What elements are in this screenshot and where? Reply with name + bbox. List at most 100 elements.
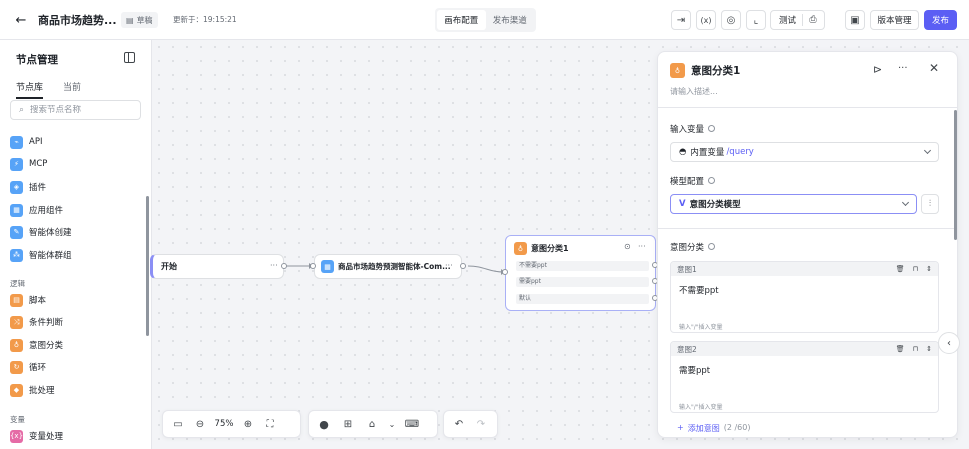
app-title: 商品市场趋势... <box>38 14 117 27</box>
variable-button[interactable]: (x) <box>696 10 716 30</box>
intent-count: (2 /60) <box>723 423 751 432</box>
test-group: 测试 ⎙ <box>770 10 825 30</box>
reorder-icon[interactable]: ⇕ <box>926 265 932 273</box>
sidebar-item-script[interactable]: ▤ 脚本 <box>10 291 46 309</box>
intent-card: 意图1 🗑 ⊓ ⇕ 不需要ppt 输入"/"插入变量 <box>670 261 939 333</box>
sidebar-item-label: 插件 <box>29 183 47 193</box>
more-icon[interactable]: ··· <box>638 242 646 251</box>
sidebar-item-agent-create[interactable]: ✎ 智能体创建 <box>10 223 72 241</box>
chevron-left-icon: ‹ <box>947 337 951 349</box>
sidebar-title: 节点管理 <box>16 54 58 66</box>
more-icon[interactable]: ··· <box>270 261 278 270</box>
add-intent-button[interactable]: + 添加意图 (2 /60) <box>677 423 750 434</box>
intent-text[interactable]: 不需要ppt <box>671 276 938 304</box>
sidebar-scrollbar[interactable] <box>146 196 149 336</box>
sidebar-item-mcp[interactable]: ⚡ MCP <box>10 155 47 173</box>
delete-icon[interactable]: 🗑 <box>896 345 905 353</box>
export-button[interactable]: ⇥ <box>671 10 691 30</box>
reorder-icon[interactable]: ⇕ <box>926 345 932 353</box>
agent-node-output-port[interactable] <box>460 263 466 269</box>
model-select[interactable]: V 意图分类模型 <box>670 194 917 214</box>
group-label-logic: 逻辑 <box>10 279 25 288</box>
search-input[interactable] <box>30 105 131 115</box>
test-history-icon[interactable]: ⎙ <box>803 15 823 25</box>
stats-button[interactable]: ⌞ <box>746 10 766 30</box>
tab-canvas-config[interactable]: 画布配置 <box>437 10 486 30</box>
mcp-icon: ⚡ <box>10 157 23 171</box>
publish-button[interactable]: 发布 <box>924 10 957 30</box>
play-icon[interactable]: ⊙ <box>624 242 631 251</box>
intent-text[interactable]: 需要ppt <box>671 356 938 384</box>
delete-icon[interactable]: 🗑 <box>896 265 905 273</box>
fit-view-icon[interactable]: ⛶ <box>259 413 281 435</box>
plus-icon: + <box>677 423 684 432</box>
sidebar-item-agent-group[interactable]: ⁂ 智能体群组 <box>10 246 72 264</box>
intent-card-header: 意图2 🗑 ⊓ ⇕ <box>671 342 938 356</box>
keyboard-icon[interactable]: ⌨ <box>401 413 423 435</box>
zoom-in-icon[interactable]: ⊕ <box>237 413 259 435</box>
agent-node-input-port[interactable] <box>310 263 316 269</box>
save-button[interactable]: ▣ <box>845 10 865 30</box>
test-button[interactable]: 测试 <box>771 14 802 26</box>
sidebar-item-app-component[interactable]: ▦ 应用组件 <box>10 201 63 219</box>
sidebar-item-label: 循环 <box>29 363 47 373</box>
version-management-button[interactable]: 版本管理 <box>870 10 919 30</box>
run-icon[interactable]: ⊳ <box>873 63 882 76</box>
collapse-sidebar-icon[interactable] <box>124 52 135 63</box>
collapse-panel-button[interactable]: ‹ <box>938 332 960 354</box>
lock-icon[interactable]: ⊓ <box>913 265 918 273</box>
more-icon[interactable]: ··· <box>445 261 453 270</box>
mouse-icon[interactable]: ⌂ <box>361 413 383 435</box>
intent-hint: 输入"/"插入变量 <box>679 404 723 411</box>
variable-x-icon: (x) <box>700 15 712 25</box>
minimap-icon[interactable]: ▭ <box>167 413 189 435</box>
back-button[interactable]: ← <box>11 10 31 30</box>
add-node-icon[interactable]: ● <box>313 413 335 435</box>
tab-publish-channel[interactable]: 发布渠道 <box>486 10 535 30</box>
top-bar: ← 商品市场趋势... ▤ 草稿 更新于：19:15:21 画布配置 发布渠道 … <box>0 0 969 40</box>
intent-node[interactable]: ♁ 意图分类1 ⊙ ··· 不需要ppt 需要ppt 默认 <box>505 235 656 311</box>
intent-node-input-port[interactable] <box>502 269 508 275</box>
intent-card: 意图2 🗑 ⊓ ⇕ 需要ppt 输入"/"插入变量 <box>670 341 939 413</box>
settings-button[interactable]: ◎ <box>721 10 741 30</box>
info-icon <box>708 125 716 132</box>
sidebar-item-batch[interactable]: ◆ 批处理 <box>10 381 55 399</box>
intent-branch-row: 需要ppt <box>516 277 649 287</box>
sidebar-item-loop[interactable]: ↻ 循环 <box>10 358 46 376</box>
model-config-label: 模型配置 <box>670 175 716 187</box>
layout-icon[interactable]: ⊞ <box>337 413 359 435</box>
batch-icon: ◆ <box>10 383 23 397</box>
model-settings-button[interactable]: ⫶ <box>921 194 939 214</box>
intent-branch-row: 不需要ppt <box>516 261 649 271</box>
sidebar-item-variable[interactable]: {x} 变量处理 <box>10 427 63 445</box>
panel-scrollbar[interactable] <box>954 110 957 240</box>
sidebar-item-api[interactable]: ⌁ API <box>10 133 42 151</box>
undo-icon[interactable]: ↶ <box>448 413 470 435</box>
tab-current[interactable]: 当前 <box>63 80 81 99</box>
layers-icon: ◓ <box>679 147 687 157</box>
sidebar-item-intent[interactable]: ♁ 意图分类 <box>10 336 63 354</box>
sidebar-item-condition[interactable]: ⤨ 条件判断 <box>10 313 63 331</box>
close-icon[interactable]: ✕ <box>929 61 939 75</box>
redo-icon[interactable]: ↷ <box>470 413 492 435</box>
zoom-out-icon[interactable]: ⊖ <box>189 413 211 435</box>
start-node-output-port[interactable] <box>281 263 287 269</box>
more-icon[interactable]: ··· <box>898 63 908 74</box>
model-logo-icon: V <box>679 199 686 209</box>
agent-node[interactable]: ▦ 商品市场趋势预测智能体-Com... ··· <box>314 254 462 279</box>
chevron-down-icon[interactable]: ⌄ <box>385 413 399 435</box>
sidebar-item-label: 意图分类 <box>29 341 64 351</box>
sidebar-item-plugin[interactable]: ◈ 插件 <box>10 178 46 196</box>
desc-input[interactable]: 请输入描述... <box>670 86 718 97</box>
lock-icon[interactable]: ⊓ <box>913 345 918 353</box>
start-node[interactable]: 开始 ··· <box>150 254 284 279</box>
intent-icon: ♁ <box>670 63 685 78</box>
chart-icon: ⌞ <box>753 14 759 26</box>
tab-node-library[interactable]: 节点库 <box>16 80 44 99</box>
sidebar-item-label: API <box>29 137 43 147</box>
sidebar-item-label: MCP <box>29 159 48 169</box>
group-label-variable: 变量 <box>10 415 25 424</box>
input-variable-select[interactable]: ◓ 内置变量 /query <box>670 142 939 162</box>
panel-header: ♁ 意图分类1 <box>670 63 740 78</box>
sidebar-item-label: 智能体群组 <box>29 251 72 261</box>
